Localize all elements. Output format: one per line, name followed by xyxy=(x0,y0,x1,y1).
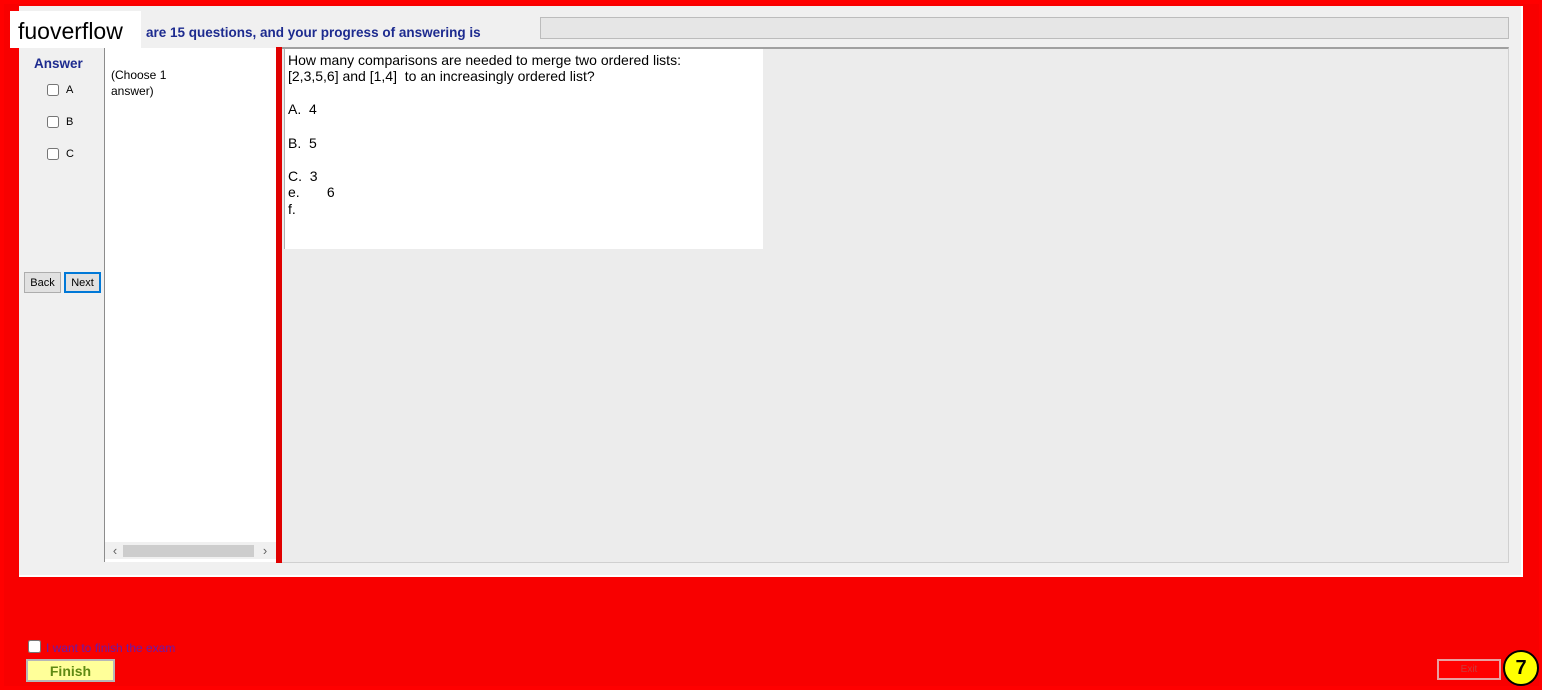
answer-title: Answer xyxy=(34,56,83,71)
answer-checkbox-a[interactable] xyxy=(47,84,59,96)
progress-bar xyxy=(540,17,1509,39)
answer-option-label: A xyxy=(66,83,74,96)
finish-button[interactable]: Finish xyxy=(26,659,115,682)
finish-exam-checkbox[interactable] xyxy=(28,640,41,653)
scroll-right-arrow-icon[interactable]: › xyxy=(259,542,271,559)
finish-exam-label[interactable]: I want to finish the exam xyxy=(46,641,175,655)
question-number-badge: 7 xyxy=(1503,650,1539,686)
answer-checkbox-c[interactable] xyxy=(47,148,59,160)
hint-text: (Choose 1 answer) xyxy=(111,68,167,98)
question-line: [2,3,5,6] and [1,4] to an increasingly o… xyxy=(288,68,595,84)
answer-option-c[interactable]: C xyxy=(47,147,74,161)
question-line: A. 4 xyxy=(288,101,317,117)
question-line: e. 6 xyxy=(288,184,335,200)
hint-horizontal-scrollbar[interactable]: ‹ › xyxy=(105,542,276,559)
question-line: How many comparisons are needed to merge… xyxy=(288,52,681,68)
next-button[interactable]: Next xyxy=(64,272,101,293)
scroll-thumb[interactable] xyxy=(123,545,254,557)
answer-option-a[interactable]: A xyxy=(47,83,73,97)
back-button[interactable]: Back xyxy=(24,272,61,293)
answer-checkbox-b[interactable] xyxy=(47,116,59,128)
answer-option-label: B xyxy=(66,115,74,128)
progress-label: are 15 questions, and your progress of a… xyxy=(146,25,481,40)
answer-option-b[interactable]: B xyxy=(47,115,73,129)
brand-text: fuoverflow xyxy=(18,18,123,44)
question-line: C. 3 xyxy=(288,168,318,184)
scroll-left-arrow-icon[interactable]: ‹ xyxy=(109,542,121,559)
question-line: f. xyxy=(288,201,296,217)
exit-button[interactable]: Exit xyxy=(1437,659,1501,680)
question-line: B. 5 xyxy=(288,135,317,151)
question-text-box: How many comparisons are needed to merge… xyxy=(284,49,763,249)
answer-option-label: C xyxy=(66,147,74,160)
hint-panel: (Choose 1 answer) ‹ › xyxy=(104,48,276,562)
